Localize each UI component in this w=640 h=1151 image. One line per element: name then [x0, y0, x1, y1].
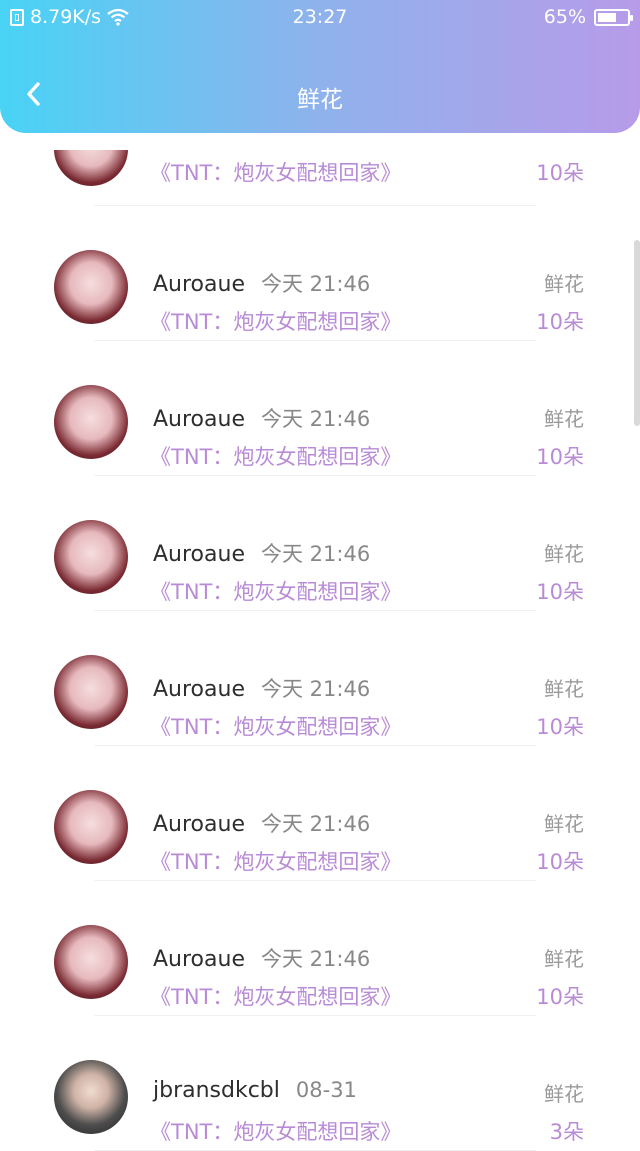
battery-percent: 65%: [543, 6, 586, 28]
flower-record-list[interactable]: 《TNT：炮灰女配想回家》 10朵 Auroaue 今天 21:46 鲜花 《TNT：…: [0, 150, 640, 1151]
flower-count: 10朵: [536, 850, 584, 874]
battery-level: [598, 12, 617, 22]
gift-type: 鲜花: [544, 542, 584, 566]
user-name[interactable]: Auroaue: [153, 812, 245, 837]
gift-type: 鲜花: [544, 407, 584, 431]
page-title: 鲜花: [297, 87, 343, 113]
record-meta: Auroaue 今天 21:46: [153, 808, 370, 838]
list-item[interactable]: Auroaue 今天 21:46 鲜花《TNT：炮灰女配想回家》 10朵: [0, 476, 640, 611]
gift-type: 鲜花: [544, 677, 584, 701]
timestamp: 今天 21:46: [260, 542, 371, 566]
flower-count: 10朵: [536, 580, 584, 604]
book-title[interactable]: 《TNT：炮灰女配想回家》: [150, 711, 401, 741]
timestamp: 今天 21:46: [260, 407, 371, 431]
gift-type: 鲜花: [544, 947, 584, 971]
flower-count: 10朵: [536, 161, 584, 185]
avatar[interactable]: [54, 1060, 128, 1134]
book-title[interactable]: 《TNT：炮灰女配想回家》: [150, 306, 401, 336]
timestamp: 今天 21:46: [260, 272, 371, 296]
user-name[interactable]: jbransdkcbl: [153, 1078, 280, 1103]
user-name[interactable]: Auroaue: [153, 272, 245, 297]
flower-count: 10朵: [536, 985, 584, 1009]
book-title[interactable]: 《TNT：炮灰女配想回家》: [150, 576, 401, 606]
record-meta: jbransdkcbl 08-31: [153, 1078, 357, 1103]
record-meta: Auroaue 今天 21:46: [153, 943, 370, 973]
avatar[interactable]: [54, 925, 128, 999]
timestamp: 08-31: [295, 1078, 357, 1102]
user-name[interactable]: Auroaue: [153, 947, 245, 972]
list-item[interactable]: Auroaue 今天 21:46 鲜花《TNT：炮灰女配想回家》 10朵: [0, 341, 640, 476]
user-name[interactable]: Auroaue: [153, 542, 245, 567]
gift-type: 鲜花: [544, 272, 584, 296]
avatar[interactable]: [54, 150, 128, 186]
flower-count: 10朵: [536, 310, 584, 334]
book-title[interactable]: 《TNT：炮灰女配想回家》: [150, 981, 401, 1011]
avatar[interactable]: [54, 385, 128, 459]
book-title[interactable]: 《TNT：炮灰女配想回家》: [150, 157, 401, 187]
record-meta: Auroaue 今天 21:46: [153, 673, 370, 703]
flower-count: 10朵: [536, 715, 584, 739]
book-title[interactable]: 《TNT：炮灰女配想回家》: [150, 846, 401, 876]
timestamp: 今天 21:46: [260, 812, 371, 836]
list-item[interactable]: Auroaue 今天 21:46 鲜花《TNT：炮灰女配想回家》 10朵: [0, 206, 640, 341]
list-item[interactable]: Auroaue 今天 21:46 鲜花《TNT：炮灰女配想回家》 10朵: [0, 881, 640, 1016]
header-bar: 8.79K/s 23:27 65% 鲜花: [0, 0, 640, 133]
timestamp: 今天 21:46: [260, 677, 371, 701]
record-meta: Auroaue 今天 21:46: [153, 268, 370, 298]
status-right: 65%: [543, 6, 633, 28]
battery-icon: [594, 8, 633, 26]
avatar[interactable]: [54, 655, 128, 729]
user-name[interactable]: Auroaue: [153, 407, 245, 432]
record-meta: Auroaue 今天 21:46: [153, 538, 370, 568]
avatar[interactable]: [54, 520, 128, 594]
list-item[interactable]: Auroaue 今天 21:46 鲜花《TNT：炮灰女配想回家》 10朵: [0, 746, 640, 881]
gift-type: 鲜花: [544, 812, 584, 836]
list-item[interactable]: jbransdkcbl 08-31 鲜花《TNT：炮灰女配想回家》 3朵: [0, 1016, 640, 1151]
avatar[interactable]: [54, 250, 128, 324]
flower-count: 10朵: [536, 445, 584, 469]
status-bar: 8.79K/s 23:27 65%: [0, 0, 640, 36]
flower-count: 3朵: [549, 1120, 584, 1144]
gift-type: 鲜花: [544, 1082, 584, 1106]
list-item[interactable]: Auroaue 今天 21:46 鲜花《TNT：炮灰女配想回家》 10朵: [0, 611, 640, 746]
scrollbar[interactable]: [634, 240, 640, 426]
record-meta: Auroaue 今天 21:46: [153, 403, 370, 433]
book-title[interactable]: 《TNT：炮灰女配想回家》: [150, 441, 401, 471]
avatar[interactable]: [54, 790, 128, 864]
user-name[interactable]: Auroaue: [153, 677, 245, 702]
list-item[interactable]: 《TNT：炮灰女配想回家》 10朵: [0, 150, 640, 206]
book-title[interactable]: 《TNT：炮灰女配想回家》: [150, 1116, 401, 1146]
timestamp: 今天 21:46: [260, 947, 371, 971]
